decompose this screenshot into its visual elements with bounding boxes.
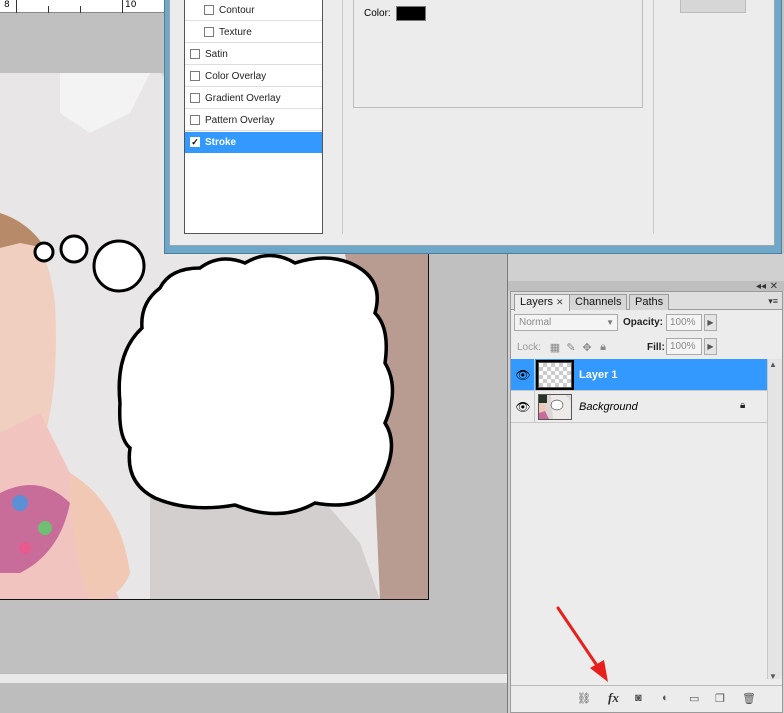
ruler-tick bbox=[122, 0, 123, 13]
style-item-pattern-overlay[interactable]: Pattern Overlay bbox=[185, 110, 322, 131]
opacity-label: Opacity: bbox=[623, 317, 664, 328]
divider bbox=[534, 359, 535, 391]
new-layer-icon[interactable]: ❐ bbox=[715, 691, 725, 705]
stroke-options-panel: Color: bbox=[342, 0, 654, 234]
mask-icon[interactable]: ◙ bbox=[635, 691, 642, 705]
tab-paths[interactable]: Paths bbox=[629, 294, 670, 310]
layer-name[interactable]: Layer 1 bbox=[579, 369, 618, 381]
style-item-satin[interactable]: Satin bbox=[185, 44, 322, 65]
texture-checkbox[interactable] bbox=[204, 27, 214, 37]
style-item-contour[interactable]: Contour bbox=[185, 0, 322, 21]
color-overlay-checkbox[interactable] bbox=[190, 71, 200, 81]
fill-type-group: Color: bbox=[353, 0, 643, 108]
folder-icon[interactable]: ▭ bbox=[689, 691, 699, 705]
ruler-tick bbox=[80, 6, 81, 13]
style-item-label: Contour bbox=[219, 4, 255, 16]
lock-image-icon[interactable]: ✎ bbox=[565, 341, 577, 354]
fx-icon[interactable]: fx bbox=[608, 690, 619, 705]
fill-field[interactable]: 100% bbox=[666, 338, 702, 355]
horizontal-ruler: 8 10 bbox=[0, 0, 165, 13]
style-item-label: Gradient Overlay bbox=[205, 92, 281, 104]
ruler-tick bbox=[48, 6, 49, 13]
lock-transparency-icon[interactable]: ▦ bbox=[549, 341, 561, 354]
layer-style-dialog: Contour Texture Satin Color Overlay Grad… bbox=[164, 0, 782, 254]
layer-thumbnail bbox=[536, 360, 574, 390]
layer-buttons-bar: ⛓ fx ◙ ◐ ▭ ❐ 🗑︎ bbox=[511, 685, 782, 709]
style-item-gradient-overlay[interactable]: Gradient Overlay bbox=[185, 88, 322, 109]
style-item-label: Satin bbox=[205, 48, 228, 60]
layers-list: 👁︎ Layer 1 👁︎ Background 🔒︎ bbox=[511, 359, 767, 679]
stroke-checkbox[interactable]: ✓ bbox=[190, 137, 200, 147]
scroll-up-icon[interactable]: ▲ bbox=[769, 360, 777, 369]
tab-close-icon[interactable]: ✕ bbox=[556, 297, 564, 307]
dialog-content: Contour Texture Satin Color Overlay Grad… bbox=[169, 0, 775, 246]
lock-all-icon[interactable]: 🔒︎ bbox=[597, 341, 609, 353]
style-item-texture[interactable]: Texture bbox=[185, 22, 322, 43]
layers-scrollbar[interactable] bbox=[767, 359, 782, 679]
opacity-field[interactable]: 100% bbox=[666, 314, 702, 331]
lock-label: Lock: bbox=[517, 342, 541, 353]
status-bar bbox=[0, 683, 507, 713]
fill-label: Fill: bbox=[647, 342, 665, 353]
eye-icon[interactable]: 👁︎ bbox=[515, 368, 531, 382]
color-label: Color: bbox=[364, 8, 391, 19]
tab-layers[interactable]: Layers ✕ bbox=[514, 294, 570, 311]
style-item-label: Pattern Overlay bbox=[205, 114, 275, 126]
layer-row-background[interactable]: 👁︎ Background 🔒︎ bbox=[511, 391, 767, 423]
satin-checkbox[interactable] bbox=[190, 49, 200, 59]
background-thumbnail-image bbox=[539, 395, 571, 419]
lock-icon: 🔒︎ bbox=[740, 400, 746, 411]
panel-tabs: Layers ✕ Channels Paths ▾≡ bbox=[511, 292, 782, 311]
layer-name[interactable]: Background bbox=[579, 401, 638, 413]
style-preview bbox=[680, 0, 746, 13]
blend-mode-select[interactable]: Normal ▼ bbox=[514, 314, 618, 331]
stroke-color-swatch[interactable] bbox=[396, 6, 426, 21]
ruler-label-10: 10 bbox=[125, 0, 137, 10]
fill-slider-button[interactable]: ▶ bbox=[704, 338, 717, 355]
lock-position-icon[interactable]: ✥ bbox=[581, 341, 593, 354]
adjustment-icon[interactable]: ◐ bbox=[662, 691, 669, 705]
contour-checkbox[interactable] bbox=[204, 5, 214, 15]
style-item-stroke[interactable]: ✓ Stroke bbox=[185, 132, 322, 153]
opacity-slider-button[interactable]: ▶ bbox=[704, 314, 717, 331]
tab-channels[interactable]: Channels bbox=[569, 294, 628, 310]
chevron-down-icon: ▼ bbox=[606, 318, 614, 327]
divider bbox=[534, 391, 535, 423]
link-icon[interactable]: ⛓ bbox=[577, 691, 591, 705]
styles-list: Contour Texture Satin Color Overlay Grad… bbox=[184, 0, 323, 234]
trash-icon[interactable]: 🗑︎ bbox=[742, 691, 756, 705]
style-item-label: Texture bbox=[219, 26, 252, 38]
layers-panel-dock: ◂◂ ✕ Layers ✕ Channels Paths ▾≡ Normal ▼ … bbox=[507, 254, 784, 713]
gradient-overlay-checkbox[interactable] bbox=[190, 93, 200, 103]
blend-mode-value: Normal bbox=[519, 317, 552, 328]
layers-panel: Layers ✕ Channels Paths ▾≡ Normal ▼ Opaci… bbox=[510, 291, 783, 713]
ruler-tick bbox=[16, 0, 17, 13]
panel-menu-icon[interactable]: ▾≡ bbox=[768, 296, 778, 307]
tab-label: Channels bbox=[575, 296, 622, 308]
layer-thumbnail bbox=[538, 394, 572, 420]
pattern-overlay-checkbox[interactable] bbox=[190, 115, 200, 125]
style-item-label: Color Overlay bbox=[205, 70, 267, 82]
tab-label: Layers bbox=[520, 296, 554, 308]
panel-titlebar[interactable] bbox=[508, 281, 784, 291]
eye-icon[interactable]: 👁︎ bbox=[515, 400, 531, 414]
layer-row-layer-1[interactable]: 👁︎ Layer 1 bbox=[511, 359, 767, 391]
tab-label: Paths bbox=[635, 296, 664, 308]
scroll-down-icon[interactable]: ▼ bbox=[769, 672, 777, 681]
style-item-label: Stroke bbox=[205, 136, 237, 148]
ruler-label-8: 8 bbox=[4, 0, 10, 10]
thought-bubble-shape[interactable] bbox=[30, 233, 410, 533]
style-item-color-overlay[interactable]: Color Overlay bbox=[185, 66, 322, 87]
